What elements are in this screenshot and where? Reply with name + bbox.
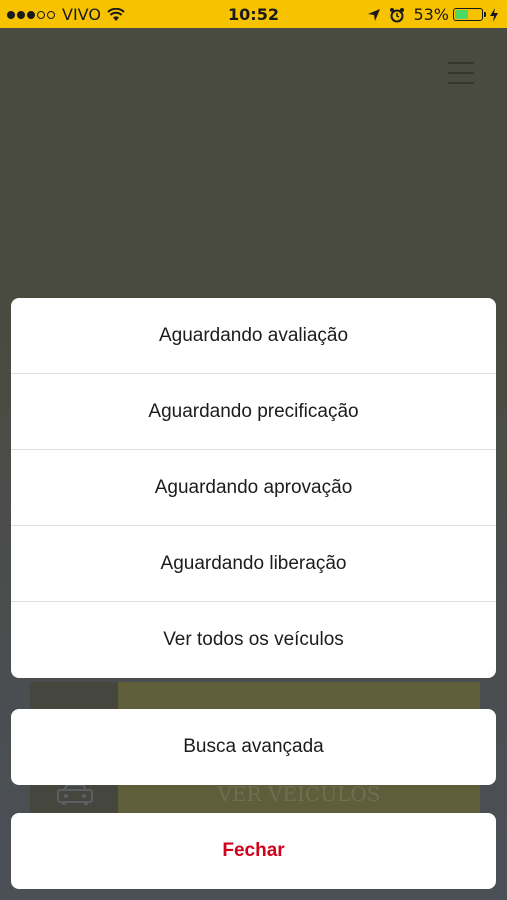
hamburger-menu-icon xyxy=(448,62,474,84)
status-bar: VIVO 10:52 53% xyxy=(0,0,507,28)
battery-fill xyxy=(455,10,468,19)
location-arrow-icon xyxy=(368,8,381,21)
car-icon xyxy=(57,784,93,805)
fechar-button[interactable]: Fechar xyxy=(11,813,496,889)
action-sheet-cancel: Fechar xyxy=(11,813,496,889)
action-sheet-options: Aguardando avaliação Aguardando precific… xyxy=(11,298,496,678)
option-aguardando-avaliacao[interactable]: Aguardando avaliação xyxy=(11,298,496,374)
action-sheet-secondary: Busca avançada xyxy=(11,709,496,785)
option-aguardando-aprovacao[interactable]: Aguardando aprovação xyxy=(11,450,496,526)
option-ver-todos-veiculos[interactable]: Ver todos os veículos xyxy=(11,602,496,678)
option-aguardando-liberacao[interactable]: Aguardando liberação xyxy=(11,526,496,602)
battery-icon xyxy=(453,8,483,21)
battery-percent: 53% xyxy=(413,5,449,24)
background-card-label: VER VEÍCULOS xyxy=(217,782,381,806)
option-aguardando-precificacao[interactable]: Aguardando precificação xyxy=(11,374,496,450)
alarm-clock-icon xyxy=(390,7,405,22)
battery-tip xyxy=(484,12,486,17)
status-right: 53% xyxy=(367,5,499,24)
busca-avancada-button[interactable]: Busca avançada xyxy=(11,709,496,785)
charging-bolt-icon xyxy=(490,7,498,22)
